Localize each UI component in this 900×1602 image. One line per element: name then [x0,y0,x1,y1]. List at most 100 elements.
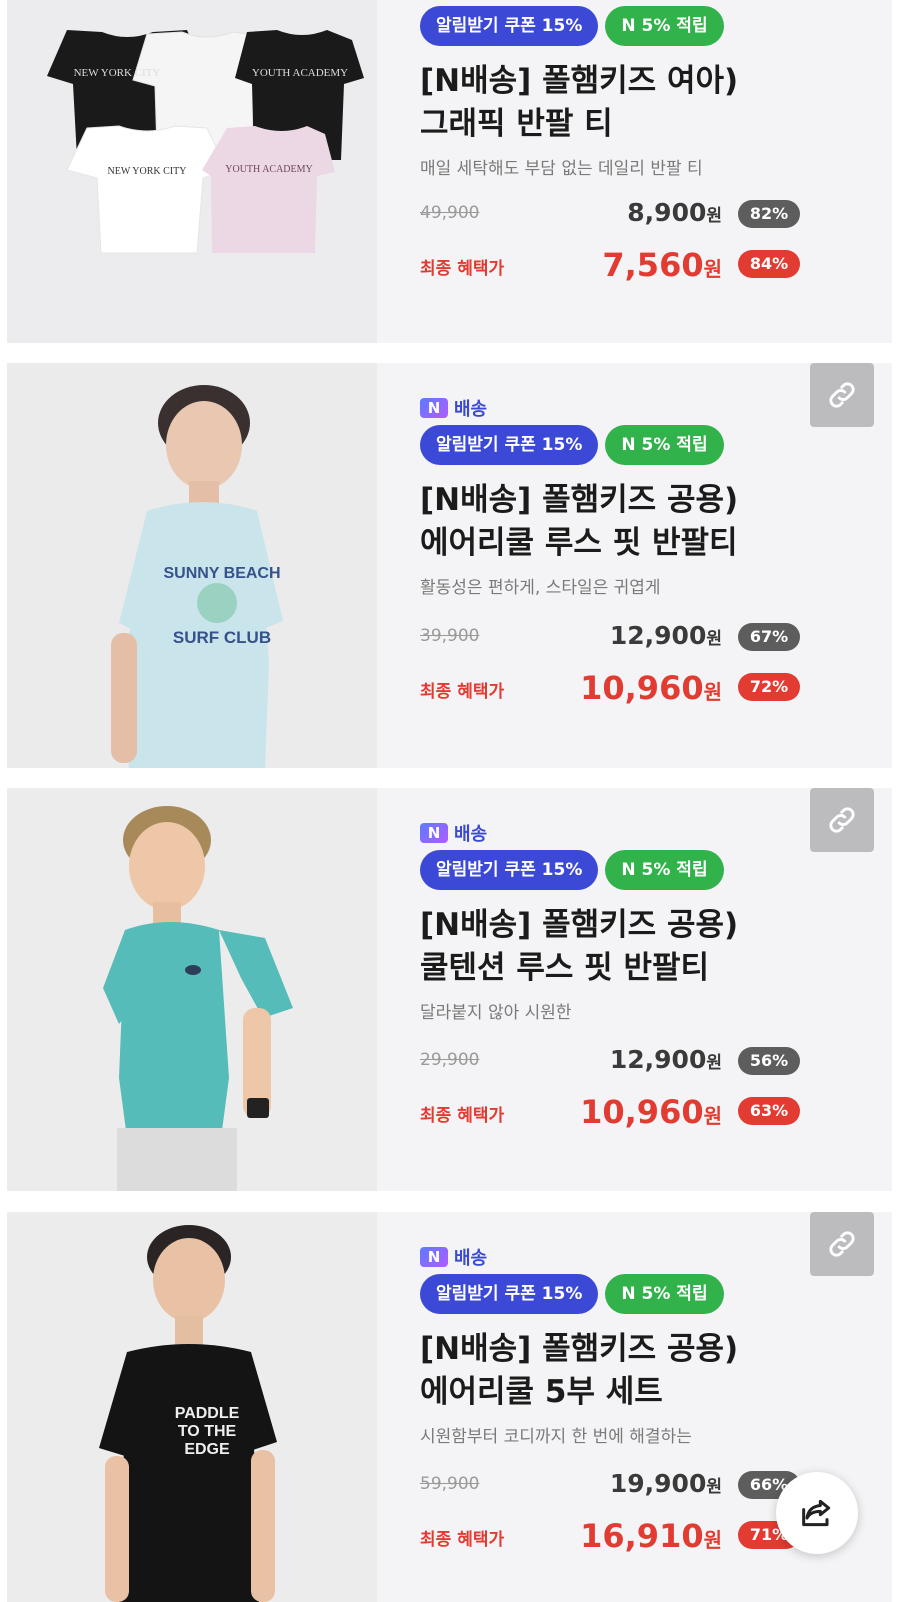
tshirt-print-text: PADDLE [175,1405,240,1422]
sale-price-value: 12,900 [609,621,707,650]
coupon-badge[interactable]: 알림받기 쿠폰 15% [420,1274,599,1314]
product-description: 활동성은 편하게, 스타일은 귀엽게 [420,578,661,598]
final-price-value: 10,960 [580,1093,704,1131]
product-card[interactable]: SUNNY BEACH SURF CLUB N 배송 알림받기 쿠폰 15% N… [7,363,892,768]
sale-price: 12,900원 [610,621,722,650]
final-price-label: 최종 혜택가 [420,259,505,279]
product-title-line: [N배송] 폴햄키즈 공용) [420,907,739,943]
copy-link-button[interactable] [810,1212,874,1276]
product-title-line: [N배송] 폴햄키즈 여아) [420,63,739,99]
product-title-line: 쿨텐션 루스 핏 반팔티 [420,950,710,986]
points-badge: N 5% 적립 [605,850,724,890]
final-price: 7,560원 [602,246,722,284]
final-price-label: 최종 혜택가 [420,1530,505,1550]
currency-unit: 원 [703,1104,722,1128]
n-delivery-icon: N [420,1247,448,1267]
link-icon [829,807,855,833]
tshirt-print-text: NEW YORK CITY [74,67,161,79]
original-price: 49,900 [420,203,480,223]
product-title[interactable]: [N배송] 폴햄키즈 공용) 쿨텐션 루스 핏 반팔티 [420,904,892,990]
product-title-line: 그래픽 반팔 티 [420,106,613,142]
copy-link-button[interactable] [810,788,874,852]
price-row: 59,900 19,900원 66% [420,1467,800,1507]
currency-unit: 원 [703,1528,722,1552]
final-discount-badge: 84% [738,250,800,278]
discount-badge: 56% [738,1047,800,1075]
product-title-line: [N배송] 폴햄키즈 공용) [420,482,739,518]
final-price-label: 최종 혜택가 [420,682,505,702]
final-price-value: 16,910 [580,1517,704,1555]
price-row: 39,900 12,900원 67% [420,619,800,659]
product-title-line: 에어리쿨 루스 핏 반팔티 [420,525,738,561]
price-row: 49,900 8,900원 82% [420,196,800,236]
copy-link-button[interactable] [810,363,874,427]
product-description: 시원함부터 코디까지 한 번에 해결하는 [420,1427,692,1447]
sale-price: 12,900원 [610,1045,722,1074]
product-description: 달라붙지 않아 시원한 [420,1003,572,1023]
product-title[interactable]: [N배송] 폴햄키즈 공용) 에어리쿨 5부 세트 [420,1328,892,1414]
share-button[interactable] [776,1472,858,1554]
currency-unit: 원 [703,257,722,281]
currency-unit: 원 [706,1053,722,1073]
sale-price-value: 12,900 [609,1045,707,1074]
product-title-line: [N배송] 폴햄키즈 공용) [420,1331,739,1367]
link-icon [829,382,855,408]
sale-price-value: 19,900 [609,1469,707,1498]
final-discount-badge: 63% [738,1097,800,1125]
currency-unit: 원 [706,206,722,226]
product-image[interactable] [7,788,377,1191]
product-description: 매일 세탁해도 부담 없는 데일리 반팔 티 [420,159,703,179]
n-delivery-icon: N [420,398,448,418]
product-title[interactable]: [N배송] 폴햄키즈 공용) 에어리쿨 루스 핏 반팔티 [420,479,892,565]
final-price: 10,960원 [580,669,722,707]
discount-badge: 67% [738,623,800,651]
final-price-row: 최종 혜택가 10,960원 72% [420,669,800,709]
tshirt-print-text: YOUTH ACADEMY [252,67,348,79]
sale-price: 19,900원 [610,1469,722,1498]
final-price: 16,910원 [580,1517,722,1555]
coupon-badge[interactable]: 알림받기 쿠폰 15% [420,850,599,890]
tshirt-print-text: YOUTH ACADEMY [225,164,313,175]
product-title-line: 에어리쿨 5부 세트 [420,1374,663,1410]
points-badge: N 5% 적립 [605,425,724,465]
original-price: 39,900 [420,626,480,646]
tshirt-print-text: EDGE [184,1441,230,1458]
final-price-value: 10,960 [580,669,704,707]
sale-price: 8,900원 [627,198,722,227]
final-discount-badge: 72% [738,673,800,701]
points-badge: N 5% 적립 [605,6,724,46]
currency-unit: 원 [706,1477,722,1497]
link-icon [829,1231,855,1257]
original-price: 29,900 [420,1050,480,1070]
product-card[interactable]: PADDLE TO THE EDGE N 배송 알림받기 쿠폰 15% N 5%… [7,1212,892,1602]
n-delivery-label: 배송 [454,824,488,845]
product-image[interactable]: PADDLE TO THE EDGE [7,1212,377,1602]
tshirt-print-text: TO THE [178,1423,237,1440]
final-price: 10,960원 [580,1093,722,1131]
price-row: 29,900 12,900원 56% [420,1043,800,1083]
tshirt-print-text: NEW YORK CITY [108,166,187,177]
final-price-row: 최종 혜택가 7,560원 84% [420,246,800,286]
product-card[interactable]: N 배송 알림받기 쿠폰 15% N 5% 적립 [N배송] 폴햄키즈 공용) … [7,788,892,1191]
currency-unit: 원 [706,629,722,649]
final-price-row: 최종 혜택가 10,960원 63% [420,1093,800,1133]
final-price-label: 최종 혜택가 [420,1106,505,1126]
n-delivery-icon: N [420,823,448,843]
final-price-value: 7,560 [602,246,704,284]
product-info: 알림받기 쿠폰 15% N 5% 적립 [N배송] 폴햄키즈 여아) 그래픽 반… [420,0,892,343]
share-icon [802,1499,831,1527]
tshirt-print-text: SURF CLUB [173,628,271,647]
coupon-badge[interactable]: 알림받기 쿠폰 15% [420,6,599,46]
product-image[interactable]: SUNNY BEACH SURF CLUB [7,363,377,768]
coupon-badge[interactable]: 알림받기 쿠폰 15% [420,425,599,465]
n-delivery-label: 배송 [454,1248,488,1269]
product-title[interactable]: [N배송] 폴햄키즈 여아) 그래픽 반팔 티 [420,60,892,146]
product-card[interactable]: NEW YORK CITY YOUTH ACADEMY NEW YORK CIT… [7,0,892,343]
n-delivery-label: 배송 [454,399,488,420]
sale-price-value: 8,900 [627,198,707,227]
tshirt-print-text: SUNNY BEACH [163,565,280,582]
original-price: 59,900 [420,1474,480,1494]
currency-unit: 원 [703,680,722,704]
discount-badge: 82% [738,200,800,228]
product-image[interactable]: NEW YORK CITY YOUTH ACADEMY NEW YORK CIT… [7,0,377,343]
